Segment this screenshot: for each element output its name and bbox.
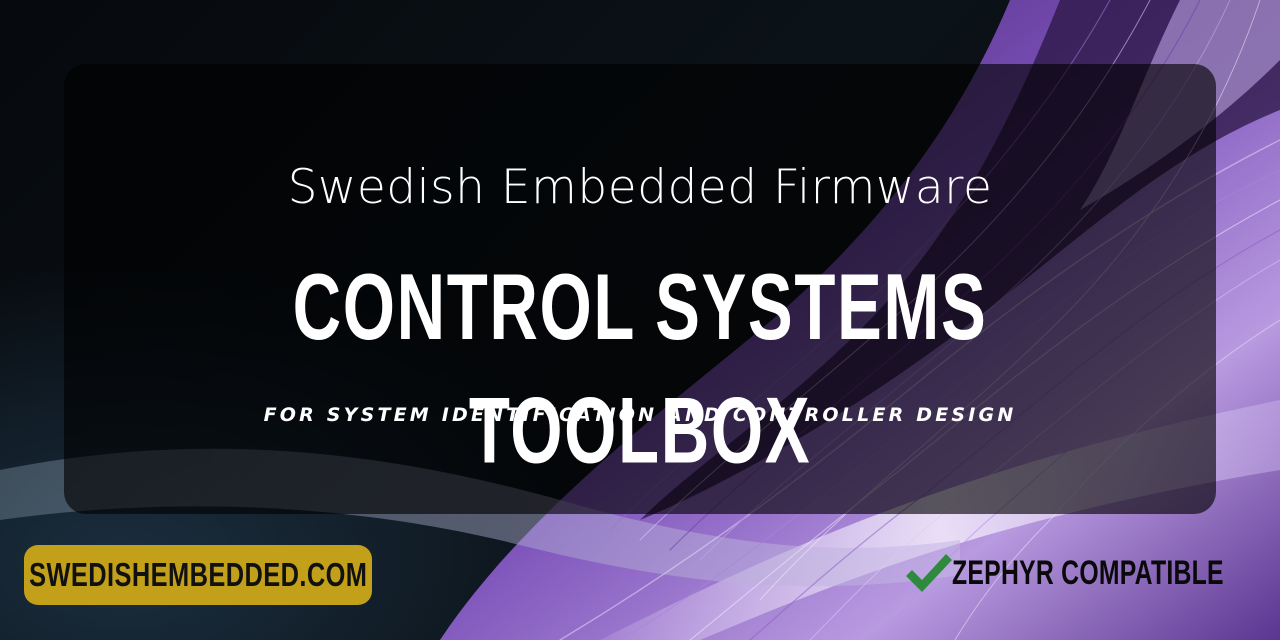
product-tagline: FOR SYSTEM IDENTIFICATION AND CONTROLLER… xyxy=(263,404,1017,426)
compatibility-label: ZEPHYR COMPATIBLE xyxy=(952,553,1224,592)
product-title: CONTROL SYSTEMS TOOLBOX xyxy=(292,253,988,483)
banner: Swedish Embedded Firmware CONTROL SYSTEM… xyxy=(0,0,1280,640)
website-badge[interactable]: SWEDISHEMBEDDED.COM xyxy=(24,545,372,605)
zephyr-compatible-badge: ZEPHYR COMPATIBLE xyxy=(902,548,1232,598)
checkmark-icon xyxy=(906,554,952,592)
company-subtitle: Swedish Embedded Firmware xyxy=(287,160,993,215)
website-label[interactable]: SWEDISHEMBEDDED.COM xyxy=(29,556,367,595)
